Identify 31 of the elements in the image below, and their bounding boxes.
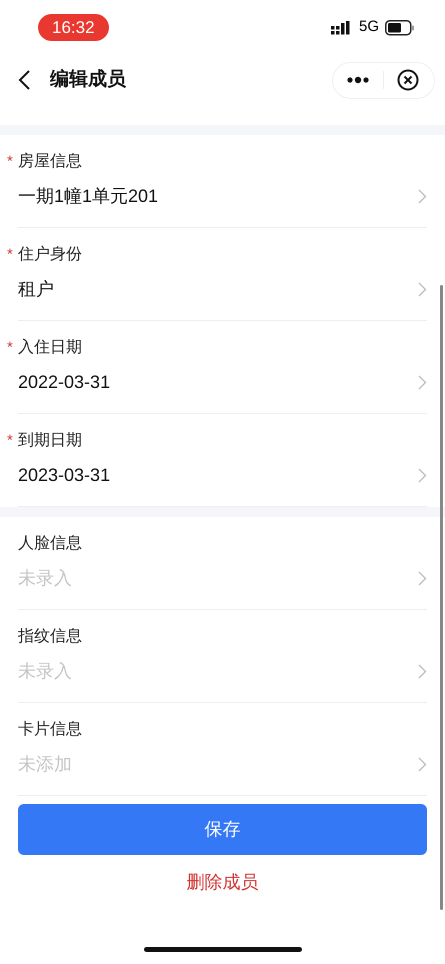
- save-button[interactable]: 保存: [18, 804, 427, 855]
- chevron-right-icon: [418, 756, 427, 772]
- field-value[interactable]: 租户: [18, 276, 54, 302]
- page-title: 编辑成员: [50, 68, 126, 92]
- required-mark: *: [7, 338, 13, 358]
- chevron-right-icon: [418, 570, 427, 586]
- required-mark: *: [7, 152, 13, 172]
- back-icon[interactable]: [16, 69, 32, 91]
- close-icon[interactable]: [397, 69, 419, 91]
- chevron-right-icon: [418, 282, 427, 296]
- battery-icon: [385, 20, 415, 36]
- required-mark: *: [7, 245, 13, 265]
- field-value[interactable]: 2023-03-31: [18, 462, 110, 488]
- field-value[interactable]: 一期1幢1单元201: [18, 182, 158, 210]
- field-value[interactable]: 2022-03-31: [18, 368, 110, 396]
- field-label: 住户身份: [18, 244, 82, 265]
- required-mark: *: [7, 431, 13, 451]
- chevron-right-icon: [418, 188, 427, 204]
- field-label: 到期日期: [18, 431, 82, 451]
- chevron-right-icon: [418, 468, 427, 482]
- chevron-right-icon: [418, 664, 427, 678]
- field-label: 房屋信息: [18, 152, 82, 172]
- status-time: 16:32: [38, 14, 109, 42]
- more-icon[interactable]: [347, 76, 369, 84]
- delete-member-link[interactable]: 删除成员: [186, 869, 258, 896]
- field-label: 人脸信息: [18, 534, 82, 554]
- field-label: 卡片信息: [18, 720, 82, 740]
- field-label: 指纹信息: [18, 627, 82, 647]
- network-label: 5G: [358, 17, 379, 38]
- field-label: 入住日期: [18, 338, 82, 358]
- chevron-right-icon: [418, 374, 427, 390]
